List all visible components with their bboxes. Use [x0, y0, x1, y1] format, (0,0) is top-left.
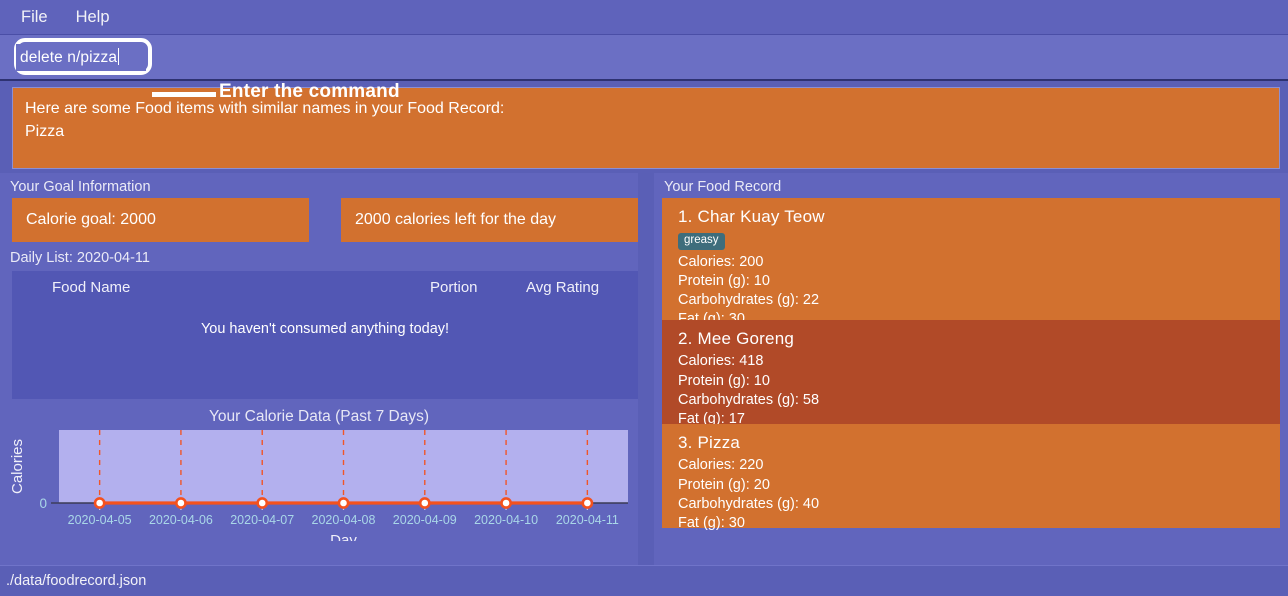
food-card-fat: Fat (g): 30 [678, 514, 745, 531]
column-header-food-name: Food Name [52, 278, 131, 296]
command-input-value: delete n/pizza [20, 48, 118, 66]
goal-panel-title: Your Goal Information [10, 179, 151, 195]
food-card-carbohydrates: Carbohydrates (g): 58 [678, 391, 820, 408]
status-bar-path: ./data/foodrecord.json [6, 573, 147, 589]
chart-y-axis-label: Calories [9, 439, 26, 494]
food-card-name: 1. Char Kuay Teow [678, 207, 825, 226]
column-header-portion: Portion [430, 278, 478, 296]
food-card-carbohydrates: Carbohydrates (g): 22 [678, 292, 820, 309]
result-display: Here are some Food items with similar na… [12, 87, 1280, 169]
chart-data-point[interactable] [93, 497, 106, 509]
text-caret [118, 47, 120, 65]
menu-item-file[interactable]: File [12, 6, 57, 29]
command-input[interactable]: delete n/pizza [16, 43, 146, 71]
chart-data-point[interactable] [418, 497, 431, 509]
chart-x-axis-label: Day [330, 532, 357, 541]
food-card-protein: Protein (g): 10 [678, 273, 770, 290]
food-card-tag-row: greasy [678, 230, 1280, 250]
chart-canvas: 0 Calories 2020-04-05 2020-04-06 2020-04-07 2… [9, 430, 628, 541]
food-record-panel: Your Food Record 1. Char Kuay Teow greasy… [654, 173, 1288, 565]
chart-data-point[interactable] [256, 497, 269, 509]
daily-list-title: Daily List: 2020-04-11 [10, 250, 150, 266]
command-bar: delete n/pizza Enter the command [0, 34, 1288, 102]
food-record-card[interactable]: 1. Char Kuay Teow greasy Calories: 200 Prot… [662, 198, 1280, 327]
status-bar: ./data/foodrecord.json [0, 565, 1288, 596]
application-window: File Help delete n/pizza Enter the comma… [0, 0, 1288, 596]
chart-y-tick-label: 0 [39, 496, 47, 511]
food-card-protein: Protein (g): 20 [678, 476, 770, 493]
annotation-connector-line [152, 92, 216, 97]
chart-x-tick-label: 2020-04-09 [393, 513, 457, 527]
goal-information-panel: Your Goal Information Calorie goal: 2000… [0, 173, 638, 565]
chart-x-tick-label: 2020-04-07 [230, 513, 294, 527]
food-card-calories: Calories: 418 [678, 353, 764, 370]
chart-x-tick-label: 2020-04-05 [68, 513, 132, 527]
chart-data-point[interactable] [337, 497, 350, 509]
food-card-calories: Calories: 200 [678, 253, 764, 270]
calories-left-card: 2000 calories left for the day [341, 198, 638, 242]
daily-list-table[interactable]: Food Name Portion Avg Rating You haven't… [12, 271, 638, 399]
result-line-2: Pizza [25, 122, 65, 140]
chart-x-tick-label: 2020-04-11 [556, 513, 619, 527]
panel-divider [638, 173, 654, 565]
menu-item-help[interactable]: Help [67, 6, 119, 29]
table-header-row: Food Name Portion Avg Rating [12, 271, 638, 303]
food-card-name: 2. Mee Goreng [678, 329, 794, 348]
food-card-tag: greasy [678, 233, 725, 250]
calorie-goal-card: Calorie goal: 2000 [12, 198, 309, 242]
food-record-card[interactable]: 2. Mee Goreng Calories: 418 Protein (g): 1… [662, 320, 1280, 427]
chart-data-point[interactable] [500, 497, 512, 509]
chart-data-point[interactable] [175, 497, 187, 509]
food-record-panel-title: Your Food Record [664, 179, 782, 195]
result-line-1: Here are some Food items with similar na… [25, 100, 505, 117]
table-empty-message: You haven't consumed anything today! [200, 321, 450, 337]
food-card-calories: Calories: 220 [678, 457, 764, 474]
chart-x-tick-label: 2020-04-06 [149, 513, 213, 527]
annotation-label: Enter the command [219, 81, 400, 102]
food-card-protein: Protein (g): 10 [678, 372, 770, 389]
main-content: Your Goal Information Calorie goal: 2000… [0, 173, 1288, 565]
menu-bar: File Help [0, 0, 1288, 34]
calorie-chart: Your Calorie Data (Past 7 Days) 0 Calorie… [0, 405, 638, 565]
food-record-list: 1. Char Kuay Teow greasy Calories: 200 Prot… [654, 198, 1288, 531]
chart-x-tick-label: 2020-04-08 [312, 513, 376, 527]
food-record-card[interactable]: 3. Pizza Calories: 220 Protein (g): 20 Carb… [662, 424, 1280, 531]
goal-cards-row: Calorie goal: 2000 2000 calories left fo… [0, 198, 638, 242]
chart-data-point[interactable] [581, 497, 594, 509]
food-card-carbohydrates: Carbohydrates (g): 40 [678, 495, 820, 512]
column-header-avg-rating: Avg Rating [526, 278, 600, 296]
food-card-name: 3. Pizza [678, 433, 741, 452]
chart-x-tick-label: 2020-04-10 [474, 513, 538, 527]
chart-title: Your Calorie Data (Past 7 Days) [209, 408, 429, 425]
